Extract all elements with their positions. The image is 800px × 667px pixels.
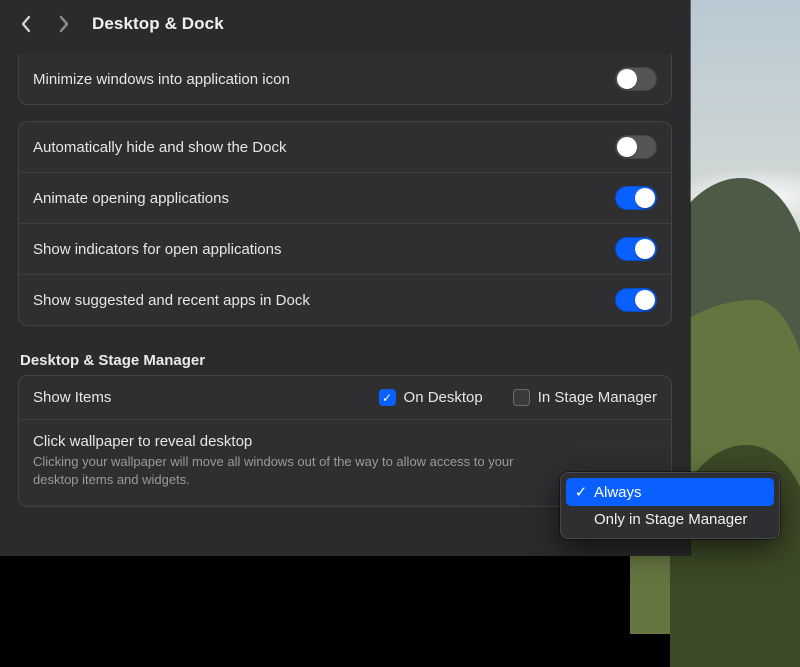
label-click-wallpaper: Click wallpaper to reveal desktop bbox=[33, 433, 657, 450]
page-title: Desktop & Dock bbox=[92, 14, 224, 34]
label-show-recents: Show suggested and recent apps in Dock bbox=[33, 292, 310, 309]
label-show-indicators: Show indicators for open applications bbox=[33, 241, 281, 258]
toggle-knob bbox=[617, 69, 637, 89]
label-show-items: Show Items bbox=[33, 389, 111, 406]
checkbox-label-on-desktop: On Desktop bbox=[404, 389, 483, 406]
checkbox-in-stage-manager[interactable]: In Stage Manager bbox=[513, 389, 657, 406]
section-title-stage-manager: Desktop & Stage Manager bbox=[20, 352, 670, 369]
checkbox-on-desktop[interactable]: ✓ On Desktop bbox=[379, 389, 483, 406]
dock-settings-panel: Minimize windows into application icon bbox=[18, 54, 672, 105]
menu-item-always[interactable]: ✓ Always bbox=[566, 478, 774, 506]
row-show-indicators: Show indicators for open applications bbox=[19, 223, 671, 274]
toggle-animate-opening[interactable] bbox=[615, 186, 657, 210]
checkbox-label-in-stage-manager: In Stage Manager bbox=[538, 389, 657, 406]
label-minimize-into-icon: Minimize windows into application icon bbox=[33, 71, 290, 88]
titlebar: Desktop & Dock bbox=[0, 0, 690, 48]
toggle-knob bbox=[635, 290, 655, 310]
toggle-show-recents[interactable] bbox=[615, 288, 657, 312]
toggle-knob bbox=[617, 137, 637, 157]
label-animate-opening: Animate opening applications bbox=[33, 190, 229, 207]
row-animate-opening: Animate opening applications bbox=[19, 172, 671, 223]
nav-back-button[interactable] bbox=[12, 10, 40, 38]
settings-content: Minimize windows into application icon A… bbox=[0, 54, 690, 525]
menu-item-label: Only in Stage Manager bbox=[594, 511, 747, 528]
toggle-knob bbox=[635, 239, 655, 259]
row-minimize-into-icon: Minimize windows into application icon bbox=[19, 54, 671, 104]
checkbox-box-in-stage-manager bbox=[513, 389, 530, 406]
show-items-checkboxes: ✓ On Desktop In Stage Manager bbox=[379, 389, 657, 406]
chevron-right-icon bbox=[58, 15, 70, 33]
label-auto-hide-dock: Automatically hide and show the Dock bbox=[33, 139, 286, 156]
toggle-show-indicators[interactable] bbox=[615, 237, 657, 261]
menu-item-only-stage-manager[interactable]: Only in Stage Manager bbox=[566, 506, 774, 533]
nav-forward-button[interactable] bbox=[50, 10, 78, 38]
row-show-recents: Show suggested and recent apps in Dock bbox=[19, 274, 671, 325]
click-wallpaper-dropdown-menu[interactable]: ✓ Always Only in Stage Manager bbox=[560, 472, 780, 539]
row-auto-hide-dock: Automatically hide and show the Dock bbox=[19, 122, 671, 172]
menu-item-label: Always bbox=[594, 484, 642, 501]
checkbox-box-on-desktop: ✓ bbox=[379, 389, 396, 406]
toggle-knob bbox=[635, 188, 655, 208]
toggle-auto-hide-dock[interactable] bbox=[615, 135, 657, 159]
row-show-items: Show Items ✓ On Desktop In Stage Manager bbox=[19, 376, 671, 419]
chevron-left-icon bbox=[20, 15, 32, 33]
checkmark-icon: ✓ bbox=[574, 483, 588, 501]
toggle-minimize-into-icon[interactable] bbox=[615, 67, 657, 91]
dock-settings-panel-2: Automatically hide and show the Dock Ani… bbox=[18, 121, 672, 326]
desc-click-wallpaper: Clicking your wallpaper will move all wi… bbox=[33, 453, 553, 488]
